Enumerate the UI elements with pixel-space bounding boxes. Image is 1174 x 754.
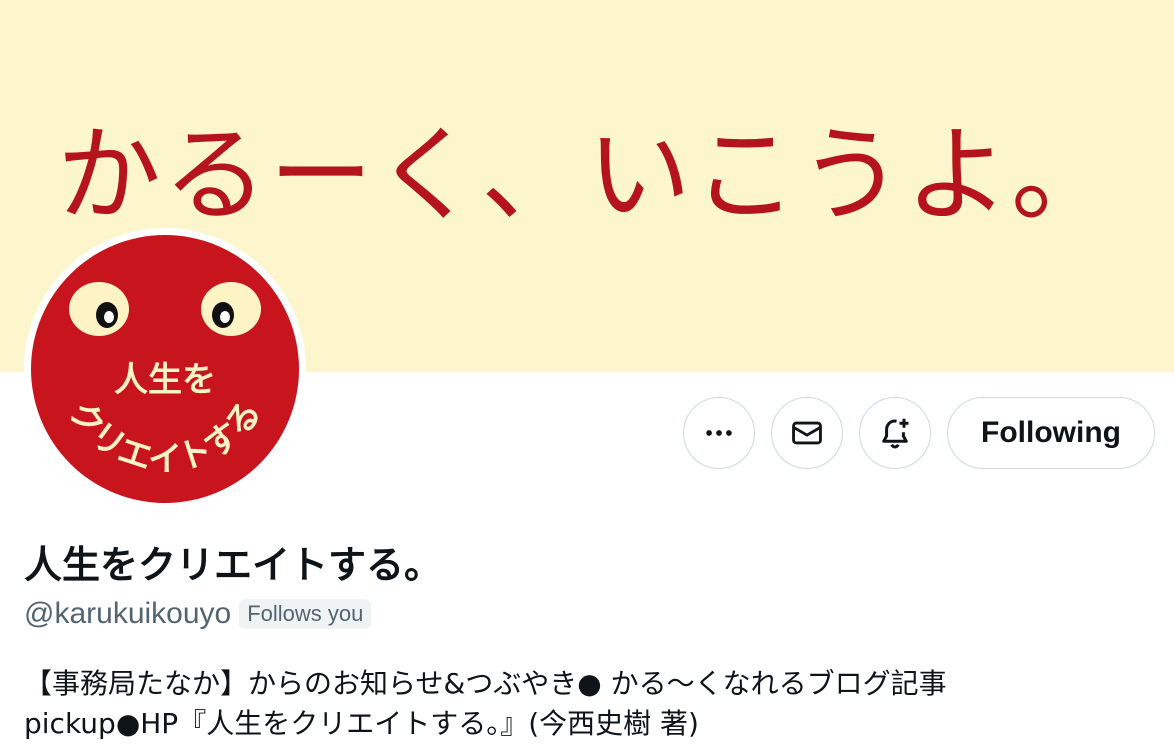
display-name: 人生をクリエイトする。 — [24, 543, 443, 587]
more-horizontal-icon — [706, 430, 732, 436]
envelope-icon — [792, 421, 822, 445]
profile-bio: 【事務局たなか】からのお知らせ&つぶやき● かる〜くなれるブログ記事 picku… — [24, 664, 1154, 744]
bio-line-1: 【事務局たなか】からのお知らせ&つぶやき● かる〜くなれるブログ記事 — [24, 667, 947, 700]
bell-plus-icon — [882, 418, 909, 449]
avatar-line1: 人生を — [114, 360, 216, 400]
handle-row: @karukuikouyo Follows you — [24, 596, 372, 632]
user-handle: @karukuikouyo — [24, 597, 232, 630]
following-button[interactable]: Following — [947, 397, 1155, 469]
notifications-button[interactable] — [859, 397, 931, 469]
more-button[interactable] — [683, 397, 755, 469]
profile-page: かるーく、いこうよ。 人生を クリエイトする Following 人生をクリエイ… — [0, 0, 1174, 754]
profile-actions: Following — [0, 397, 1174, 469]
follows-you-badge: Follows you — [239, 599, 372, 629]
bio-line-2: pickup●HP『人生をクリエイトする。』(今西史樹 著) — [24, 707, 699, 740]
banner-text: かるーく、いこうよ。 — [56, 114, 1117, 236]
message-button[interactable] — [771, 397, 843, 469]
